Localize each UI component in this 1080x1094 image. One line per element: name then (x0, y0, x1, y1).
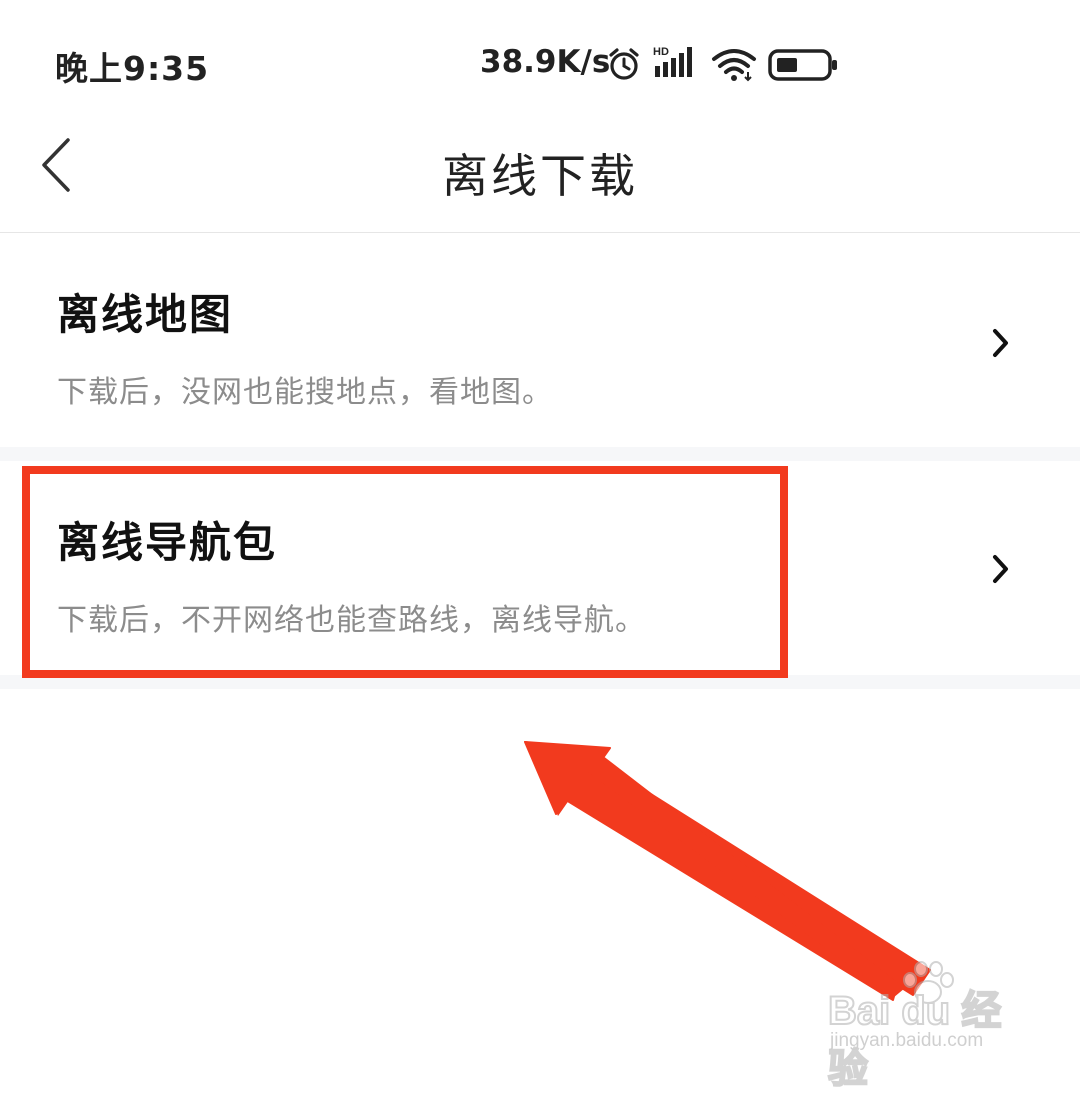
battery-icon (768, 49, 837, 81)
item-description: 下载后，不开网络也能查路线，离线导航。 (57, 603, 646, 638)
hd-label: HD (653, 46, 669, 58)
chevron-right-icon (993, 555, 1008, 583)
nav-bar: 离线下载 (0, 110, 1080, 233)
hd-signal-icon: HD (653, 46, 692, 77)
network-speed: 38.9K/s (480, 44, 611, 80)
section-divider (0, 675, 1080, 689)
chevron-right-icon (993, 329, 1008, 357)
status-time: 晚上9:35 (55, 49, 210, 88)
section-divider (0, 447, 1080, 461)
watermark-url: jingyan.baidu.com (830, 1030, 984, 1051)
item-title: 离线导航包 (57, 518, 278, 567)
item-title: 离线地图 (57, 290, 234, 339)
list-item-offline-map[interactable]: 离线地图 下载后，没网也能搜地点，看地图。 (0, 233, 1080, 447)
watermark: Bai du 经验 jingyan.baidu.com (827, 960, 1028, 1092)
alarm-icon (609, 48, 639, 80)
wifi-icon (712, 49, 756, 82)
item-description: 下载后，没网也能搜地点，看地图。 (57, 375, 553, 410)
page-title: 离线下载 (442, 149, 638, 203)
list-item-offline-navigation[interactable]: 离线导航包 下载后，不开网络也能查路线，离线导航。 (0, 461, 1080, 675)
status-bar: 晚上9:35 38.9K/s HD (0, 0, 1080, 120)
